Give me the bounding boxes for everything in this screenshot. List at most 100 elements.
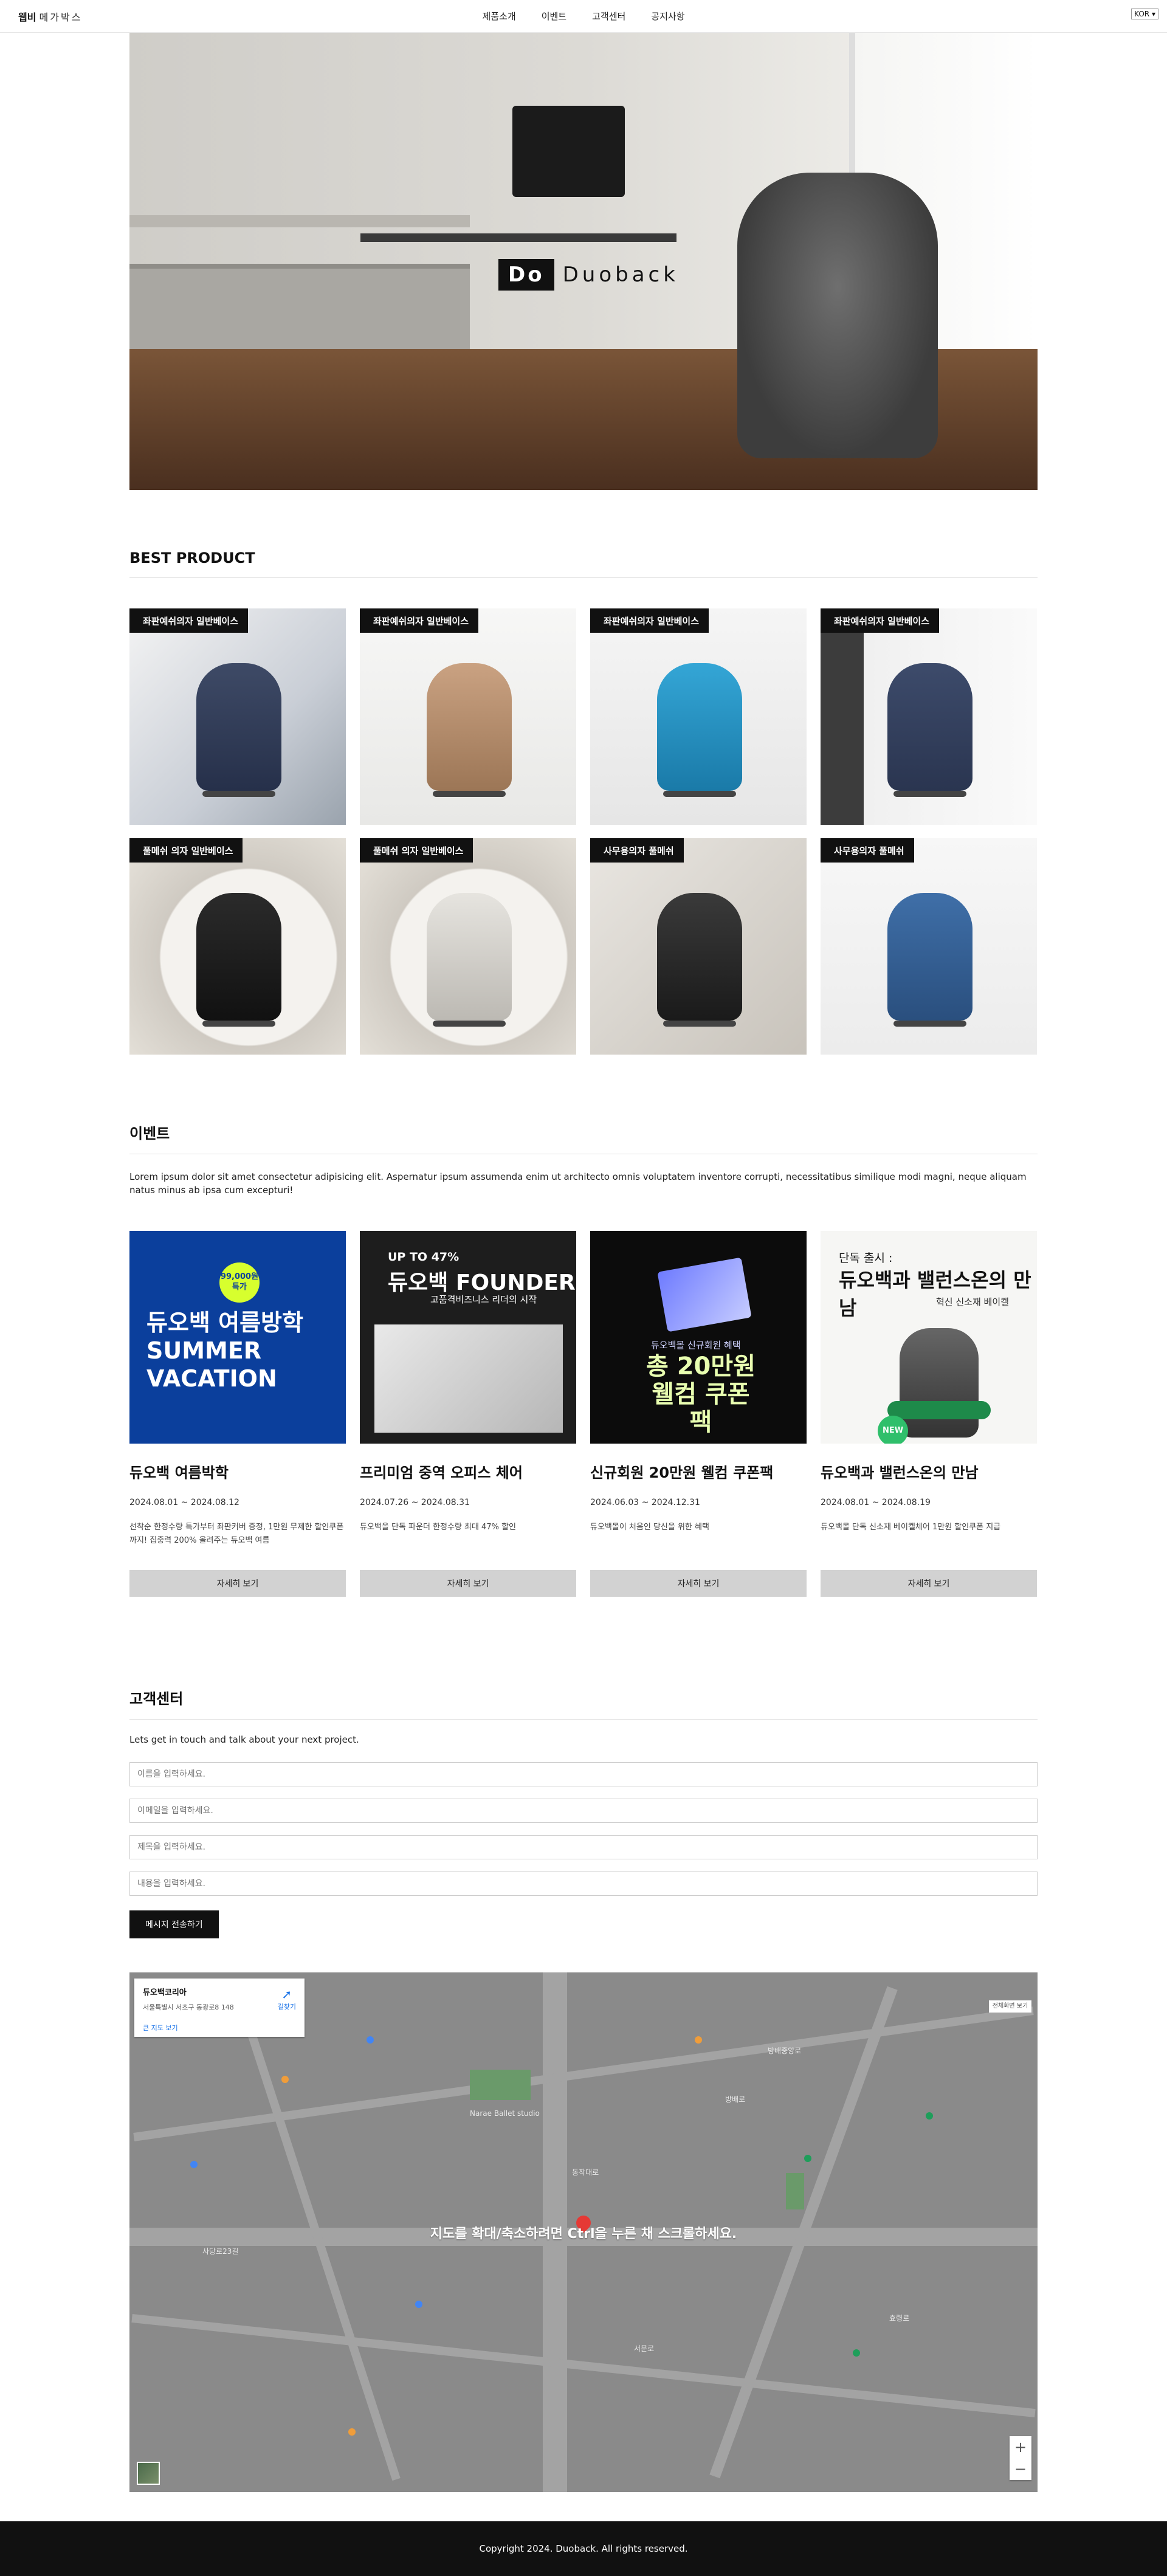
nav-item-events[interactable]: 이벤트 — [542, 10, 566, 22]
event-date: 2024.07.26 ~ 2024.08.31 — [360, 1498, 470, 1507]
event-section: 이벤트 Lorem ipsum dolor sit amet consectet… — [129, 1121, 1038, 1597]
product-chair-base — [202, 791, 275, 797]
map-scroll-hint: 지도를 확대/축소하려면 Ctrl을 누른 채 스크롤하세요. — [129, 1972, 1038, 2492]
product-card[interactable]: 사무용의자 풀메쉬 — [821, 838, 1037, 1055]
event-text: 듀오백을 단독 파운더 한정수량 최대 47% 할인 — [360, 1523, 517, 1532]
product-chair-base — [433, 1021, 506, 1027]
event-title: 프리미엄 중역 오피스 체어 — [360, 1464, 523, 1481]
zoom-in-button[interactable]: + — [1010, 2436, 1031, 2458]
nav-item-notice[interactable]: 공지사항 — [651, 10, 684, 22]
event-image-sub: 듀오백몰 신규회원 혜택 — [651, 1340, 741, 1351]
chevron-down-icon: ▾ — [1151, 10, 1155, 18]
name-input[interactable] — [129, 1762, 1038, 1786]
event-text: 선착순 한정수량 특가부터 좌판커버 증정, 1만원 무제한 할인쿠폰까지! 집… — [129, 1523, 344, 1545]
map-layer-toggle[interactable] — [137, 2462, 160, 2485]
product-chair — [427, 663, 512, 791]
hero-monitor — [512, 106, 625, 197]
site-footer: Copyright 2024. Duoback. All rights rese… — [0, 2521, 1167, 2576]
best-product-section: BEST PRODUCT 좌판예쉬의자 일반베이스 좌판예쉬의자 일반베이스 좌… — [129, 549, 1038, 1055]
product-tag: 풀메쉬 의자 일반베이스 — [129, 838, 243, 863]
main-nav: 제품소개 이벤트 고객센터 공지사항 — [482, 10, 684, 22]
event-image-chair — [900, 1328, 979, 1438]
product-chair-base — [663, 791, 736, 797]
product-chair — [196, 663, 281, 791]
event-image-headline: 듀오백과 밸런스온의 만남 — [839, 1269, 1031, 1320]
hero-chair — [737, 173, 938, 458]
event-image-top: UP TO 47% — [388, 1250, 460, 1264]
site-header: 웹비 메가박스 제품소개 이벤트 고객센터 공지사항 KOR ▾ — [0, 0, 1167, 33]
map-scroll-hint-text: 지도를 확대/축소하려면 Ctrl을 누른 채 스크롤하세요. — [430, 2226, 737, 2242]
event-detail-button[interactable]: 자세히 보기 — [360, 1570, 576, 1597]
product-tag: 좌판예쉬의자 일반베이스 — [590, 608, 709, 633]
hero-desk — [360, 233, 676, 242]
event-image[interactable]: 듀오백몰 신규회원 혜택 총 20만원 웰컴 쿠폰팩 — [590, 1231, 807, 1444]
product-card[interactable]: 좌판예쉬의자 일반베이스 — [360, 608, 576, 825]
customer-center-title: 고객센터 — [129, 1687, 1038, 1720]
event-image-new-badge: NEW — [878, 1416, 908, 1444]
site-logo[interactable]: 웹비 메가박스 — [18, 9, 82, 24]
event-image-sub: 혁신 신소재 베이켈 — [936, 1297, 1009, 1307]
nav-item-products[interactable]: 제품소개 — [482, 10, 515, 22]
language-select[interactable]: KOR ▾ — [1131, 9, 1158, 19]
event-date: 2024.08.01 ~ 2024.08.19 — [821, 1498, 931, 1507]
product-chair-base — [893, 791, 966, 797]
zoom-out-button[interactable]: − — [1010, 2458, 1031, 2480]
event-grid: 99,000원 특가 듀오백 여름방학 SUMMER VACATION 듀오백 … — [129, 1231, 1038, 1597]
hero-shelf — [129, 215, 470, 227]
event-image-headline: 듀오백 여름방학 SUMMER VACATION — [146, 1309, 303, 1392]
product-chair — [427, 893, 512, 1021]
event-image-headline: 듀오백 FOUNDER — [388, 1270, 576, 1295]
hero-banner: Do Duoback — [129, 33, 1038, 490]
hero-badge-box: Do — [498, 259, 554, 291]
product-tag: 좌판예쉬의자 일반베이스 — [821, 608, 940, 633]
product-chair — [887, 893, 972, 1021]
event-text: 듀오백몰 단독 신소재 베이켈체어 1만원 할인쿠폰 지급 — [821, 1523, 1001, 1532]
event-image-headline: 총 20만원 웰컴 쿠폰팩 — [646, 1352, 756, 1436]
event-date: 2024.08.01 ~ 2024.08.12 — [129, 1498, 239, 1507]
subject-input[interactable] — [129, 1835, 1038, 1859]
product-grid: 좌판예쉬의자 일반베이스 좌판예쉬의자 일반베이스 좌판예쉬의자 일반베이스 좌… — [129, 608, 1038, 1055]
message-input[interactable] — [129, 1872, 1038, 1896]
product-card[interactable]: 좌판예쉬의자 일반베이스 — [821, 608, 1037, 825]
event-card: 99,000원 특가 듀오백 여름방학 SUMMER VACATION 듀오백 … — [129, 1231, 346, 1597]
event-title: 듀오백과 밸런스온의 만남 — [821, 1464, 979, 1481]
product-tag: 좌판예쉬의자 일반베이스 — [360, 608, 479, 633]
event-date: 2024.06.03 ~ 2024.12.31 — [590, 1498, 700, 1507]
product-card[interactable]: 풀메쉬 의자 일반베이스 — [360, 838, 576, 1055]
event-section-description: Lorem ipsum dolor sit amet consectetur a… — [129, 1171, 1027, 1196]
event-image[interactable]: 99,000원 특가 듀오백 여름방학 SUMMER VACATION — [129, 1231, 346, 1444]
product-tag: 사무용의자 풀메쉬 — [821, 838, 914, 863]
product-tag: 좌판예쉬의자 일반베이스 — [129, 608, 249, 633]
event-image[interactable]: UP TO 47% 듀오백 FOUNDER 고품격비즈니스 리더의 시작 — [360, 1231, 576, 1444]
nav-item-support[interactable]: 고객센터 — [592, 10, 625, 22]
product-card[interactable]: 좌판예쉬의자 일반베이스 — [129, 608, 346, 825]
logo-rest: 메가박스 — [39, 11, 83, 23]
hero-badge-word: Duoback — [562, 263, 679, 287]
event-image-chair-seat — [887, 1401, 991, 1419]
event-detail-button[interactable]: 자세히 보기 — [129, 1570, 346, 1597]
send-message-button[interactable]: 메시지 전송하기 — [129, 1910, 219, 1938]
customer-center-description: Lets get in touch and talk about your ne… — [129, 1734, 359, 1745]
event-image[interactable]: 단독 출시 : 듀오백과 밸런스온의 만남 혁신 신소재 베이켈 NEW — [821, 1231, 1037, 1444]
event-image-sub: 고품격비즈니스 리더의 시작 — [430, 1294, 537, 1305]
product-card[interactable]: 풀메쉬 의자 일반베이스 — [129, 838, 346, 1055]
map-zoom-control: + − — [1010, 2436, 1031, 2480]
product-card[interactable]: 좌판예쉬의자 일반베이스 — [590, 608, 807, 825]
event-title: 듀오백 여름박학 — [129, 1464, 229, 1481]
product-tag: 사무용의자 풀메쉬 — [590, 838, 684, 863]
language-value: KOR — [1134, 10, 1150, 18]
product-chair — [196, 893, 281, 1021]
event-image-badge: 99,000원 특가 — [219, 1262, 260, 1303]
event-detail-button[interactable]: 자세히 보기 — [590, 1570, 807, 1597]
email-input[interactable] — [129, 1799, 1038, 1823]
product-chair-base — [893, 1021, 966, 1027]
event-detail-button[interactable]: 자세히 보기 — [821, 1570, 1037, 1597]
location-map[interactable]: Narae Ballet studio 동작대로 방배로 서문로 사당로23길 … — [129, 1972, 1038, 2492]
product-chair-base — [202, 1021, 275, 1027]
product-card[interactable]: 사무용의자 풀메쉬 — [590, 838, 807, 1055]
event-card: 단독 출시 : 듀오백과 밸런스온의 만남 혁신 신소재 베이켈 NEW 듀오백… — [821, 1231, 1037, 1597]
event-image-photo — [374, 1324, 563, 1433]
event-card: UP TO 47% 듀오백 FOUNDER 고품격비즈니스 리더의 시작 프리미… — [360, 1231, 576, 1597]
product-chair-base — [433, 791, 506, 797]
best-product-title: BEST PRODUCT — [129, 549, 1038, 578]
